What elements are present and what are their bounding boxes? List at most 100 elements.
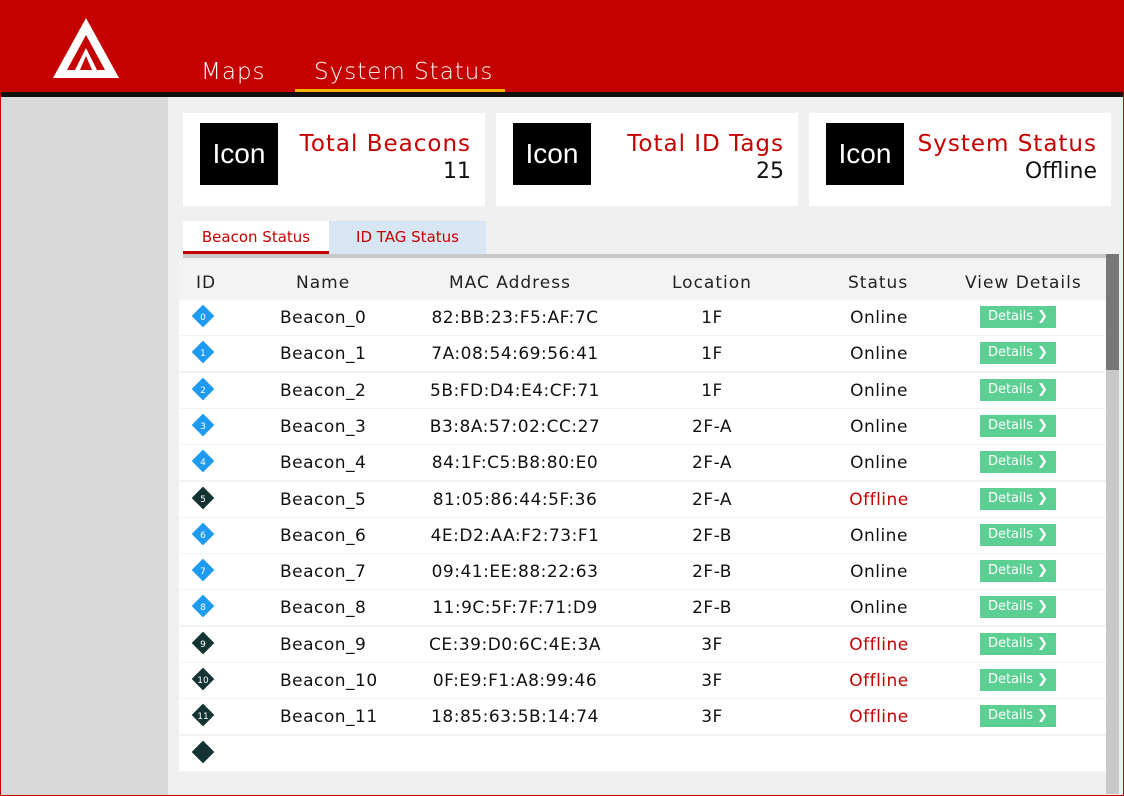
row-status: Online xyxy=(850,526,908,546)
scrollbar-thumb[interactable] xyxy=(1106,254,1119,370)
table-row: 1 Beacon_1 7A:08:54:69:56:41 1F Online Detail… xyxy=(179,336,1106,371)
total-beacons-value: 11 xyxy=(443,159,471,184)
beacon-table: ID Name MAC Address Location Status View… xyxy=(179,260,1106,772)
system-status-value: Offline xyxy=(1024,159,1097,184)
row-location: 2F-B xyxy=(692,562,732,582)
row-status: Online xyxy=(850,417,908,437)
row-status: Online xyxy=(850,453,908,473)
details-button[interactable]: Details ❯ xyxy=(980,705,1056,727)
row-id: 8 xyxy=(200,603,206,613)
table-row: 10 Beacon_10 0F:E9:F1:A8:99:46 3F Offline Det… xyxy=(179,663,1106,698)
row-status: Offline xyxy=(849,490,909,510)
row-id: 6 xyxy=(200,531,206,541)
header-location: Location xyxy=(672,273,752,293)
sidebar xyxy=(1,97,168,795)
row-mac: 7A:08:54:69:56:41 xyxy=(431,344,599,364)
total-beacons-label: Total Beacons xyxy=(299,131,471,157)
row-name: Beacon_9 xyxy=(280,635,367,655)
row-mac: 18:85:63:5B:14:74 xyxy=(431,707,599,727)
row-id: 10 xyxy=(197,676,209,686)
top-header: Maps System Status xyxy=(1,1,1123,94)
row-location: 3F xyxy=(701,635,723,655)
row-id: 3 xyxy=(200,422,206,432)
row-location: 1F xyxy=(701,308,723,328)
row-mac: CE:39:D0:6C:4E:3A xyxy=(429,635,601,655)
row-location: 2F-B xyxy=(692,598,732,618)
row-location: 3F xyxy=(701,707,723,727)
system-status-icon: Icon xyxy=(826,123,904,185)
table-header: ID Name MAC Address Location Status View… xyxy=(179,260,1106,300)
row-id: 4 xyxy=(200,458,206,468)
details-button[interactable]: Details ❯ xyxy=(980,342,1056,364)
row-location: 1F xyxy=(701,381,723,401)
row-name: Beacon_4 xyxy=(280,453,367,473)
row-name: Beacon_1 xyxy=(280,344,367,364)
row-mac: 0F:E9:F1:A8:99:46 xyxy=(432,671,598,691)
details-button[interactable]: Details ❯ xyxy=(980,560,1056,582)
details-button[interactable]: Details ❯ xyxy=(980,488,1056,510)
table-scrollbar[interactable] xyxy=(1106,254,1119,794)
table-row: 11 Beacon_11 18:85:63:5B:14:74 3F Offline Det… xyxy=(179,699,1106,734)
row-location: 2F-A xyxy=(692,453,732,473)
details-button[interactable]: Details ❯ xyxy=(980,524,1056,546)
details-button[interactable]: Details ❯ xyxy=(980,306,1056,328)
details-button[interactable]: Details ❯ xyxy=(980,451,1056,473)
system-status-label: System Status xyxy=(917,131,1097,157)
row-name: Beacon_11 xyxy=(280,707,378,727)
header-view-details: View Details xyxy=(965,273,1082,293)
nav-maps[interactable]: Maps xyxy=(201,59,266,89)
tab-divider xyxy=(183,254,1107,258)
row-status: Online xyxy=(850,562,908,582)
row-mac: 82:BB:23:F5:AF:7C xyxy=(431,308,599,328)
table-row: 4 Beacon_4 84:1F:C5:B8:80:E0 2F-A Online Deta… xyxy=(179,445,1106,480)
row-status: Online xyxy=(850,344,908,364)
table-row: 8 Beacon_8 11:9C:5F:7F:71:D9 2F-B Online Deta… xyxy=(179,590,1106,625)
tab-id-tag-status[interactable]: ID TAG Status xyxy=(329,221,486,254)
beacon-icon: Icon xyxy=(200,123,278,185)
row-location: 3F xyxy=(701,671,723,691)
row-mac: 11:9C:5F:7F:71:D9 xyxy=(432,598,598,618)
table-row: 6 Beacon_6 4E:D2:AA:F2:73:F1 2F-B Online Deta… xyxy=(179,518,1106,553)
row-name: Beacon_10 xyxy=(280,671,378,691)
details-button[interactable]: Details ❯ xyxy=(980,415,1056,437)
row-mac: 84:1F:C5:B8:80:E0 xyxy=(431,453,599,473)
details-button[interactable]: Details ❯ xyxy=(980,669,1056,691)
row-mac: 81:05:86:44:5F:36 xyxy=(432,490,598,510)
table-row: 7 Beacon_7 09:41:EE:88:22:63 2F-B Online Deta… xyxy=(179,554,1106,589)
row-id: 5 xyxy=(200,495,206,505)
app-window: Maps System Status Icon Total Beacons 11… xyxy=(0,0,1124,796)
row-location: 2F-A xyxy=(692,417,732,437)
row-name: Beacon_2 xyxy=(280,381,367,401)
table-row: 0 Beacon_0 82:BB:23:F5:AF:7C 1F Online Detail… xyxy=(179,300,1106,335)
table-row: 2 Beacon_2 5B:FD:D4:E4:CF:71 1F Online Detail… xyxy=(179,373,1106,408)
details-button[interactable]: Details ❯ xyxy=(980,633,1056,655)
row-status: Offline xyxy=(849,671,909,691)
row-id: 2 xyxy=(200,386,206,396)
total-id-tags-label: Total ID Tags xyxy=(627,131,784,157)
row-name: Beacon_6 xyxy=(280,526,367,546)
total-beacons-card: Icon Total Beacons 11 xyxy=(183,113,485,206)
row-location: 2F-B xyxy=(692,526,732,546)
row-name: Beacon_5 xyxy=(280,490,367,510)
row-status: Offline xyxy=(849,635,909,655)
row-location: 1F xyxy=(701,344,723,364)
header-mac: MAC Address xyxy=(449,273,571,293)
row-name: Beacon_3 xyxy=(280,417,367,437)
row-id: 9 xyxy=(200,640,206,650)
header-name: Name xyxy=(296,273,351,293)
details-button[interactable]: Details ❯ xyxy=(980,596,1056,618)
details-button[interactable]: Details ❯ xyxy=(980,379,1056,401)
row-id: 1 xyxy=(200,349,206,359)
row-location: 2F-A xyxy=(692,490,732,510)
row-id: 0 xyxy=(200,313,206,323)
row-status: Online xyxy=(850,598,908,618)
total-id-tags-value: 25 xyxy=(756,159,784,184)
row-status: Offline xyxy=(849,707,909,727)
nav-system-status[interactable]: System Status xyxy=(314,59,493,89)
row-id: 11 xyxy=(197,712,209,722)
row-mac: 4E:D2:AA:F2:73:F1 xyxy=(430,526,600,546)
row-name: Beacon_7 xyxy=(280,562,367,582)
tab-beacon-status[interactable]: Beacon Status xyxy=(183,221,329,255)
header-status: Status xyxy=(848,273,909,293)
table-row-empty xyxy=(179,736,1106,771)
